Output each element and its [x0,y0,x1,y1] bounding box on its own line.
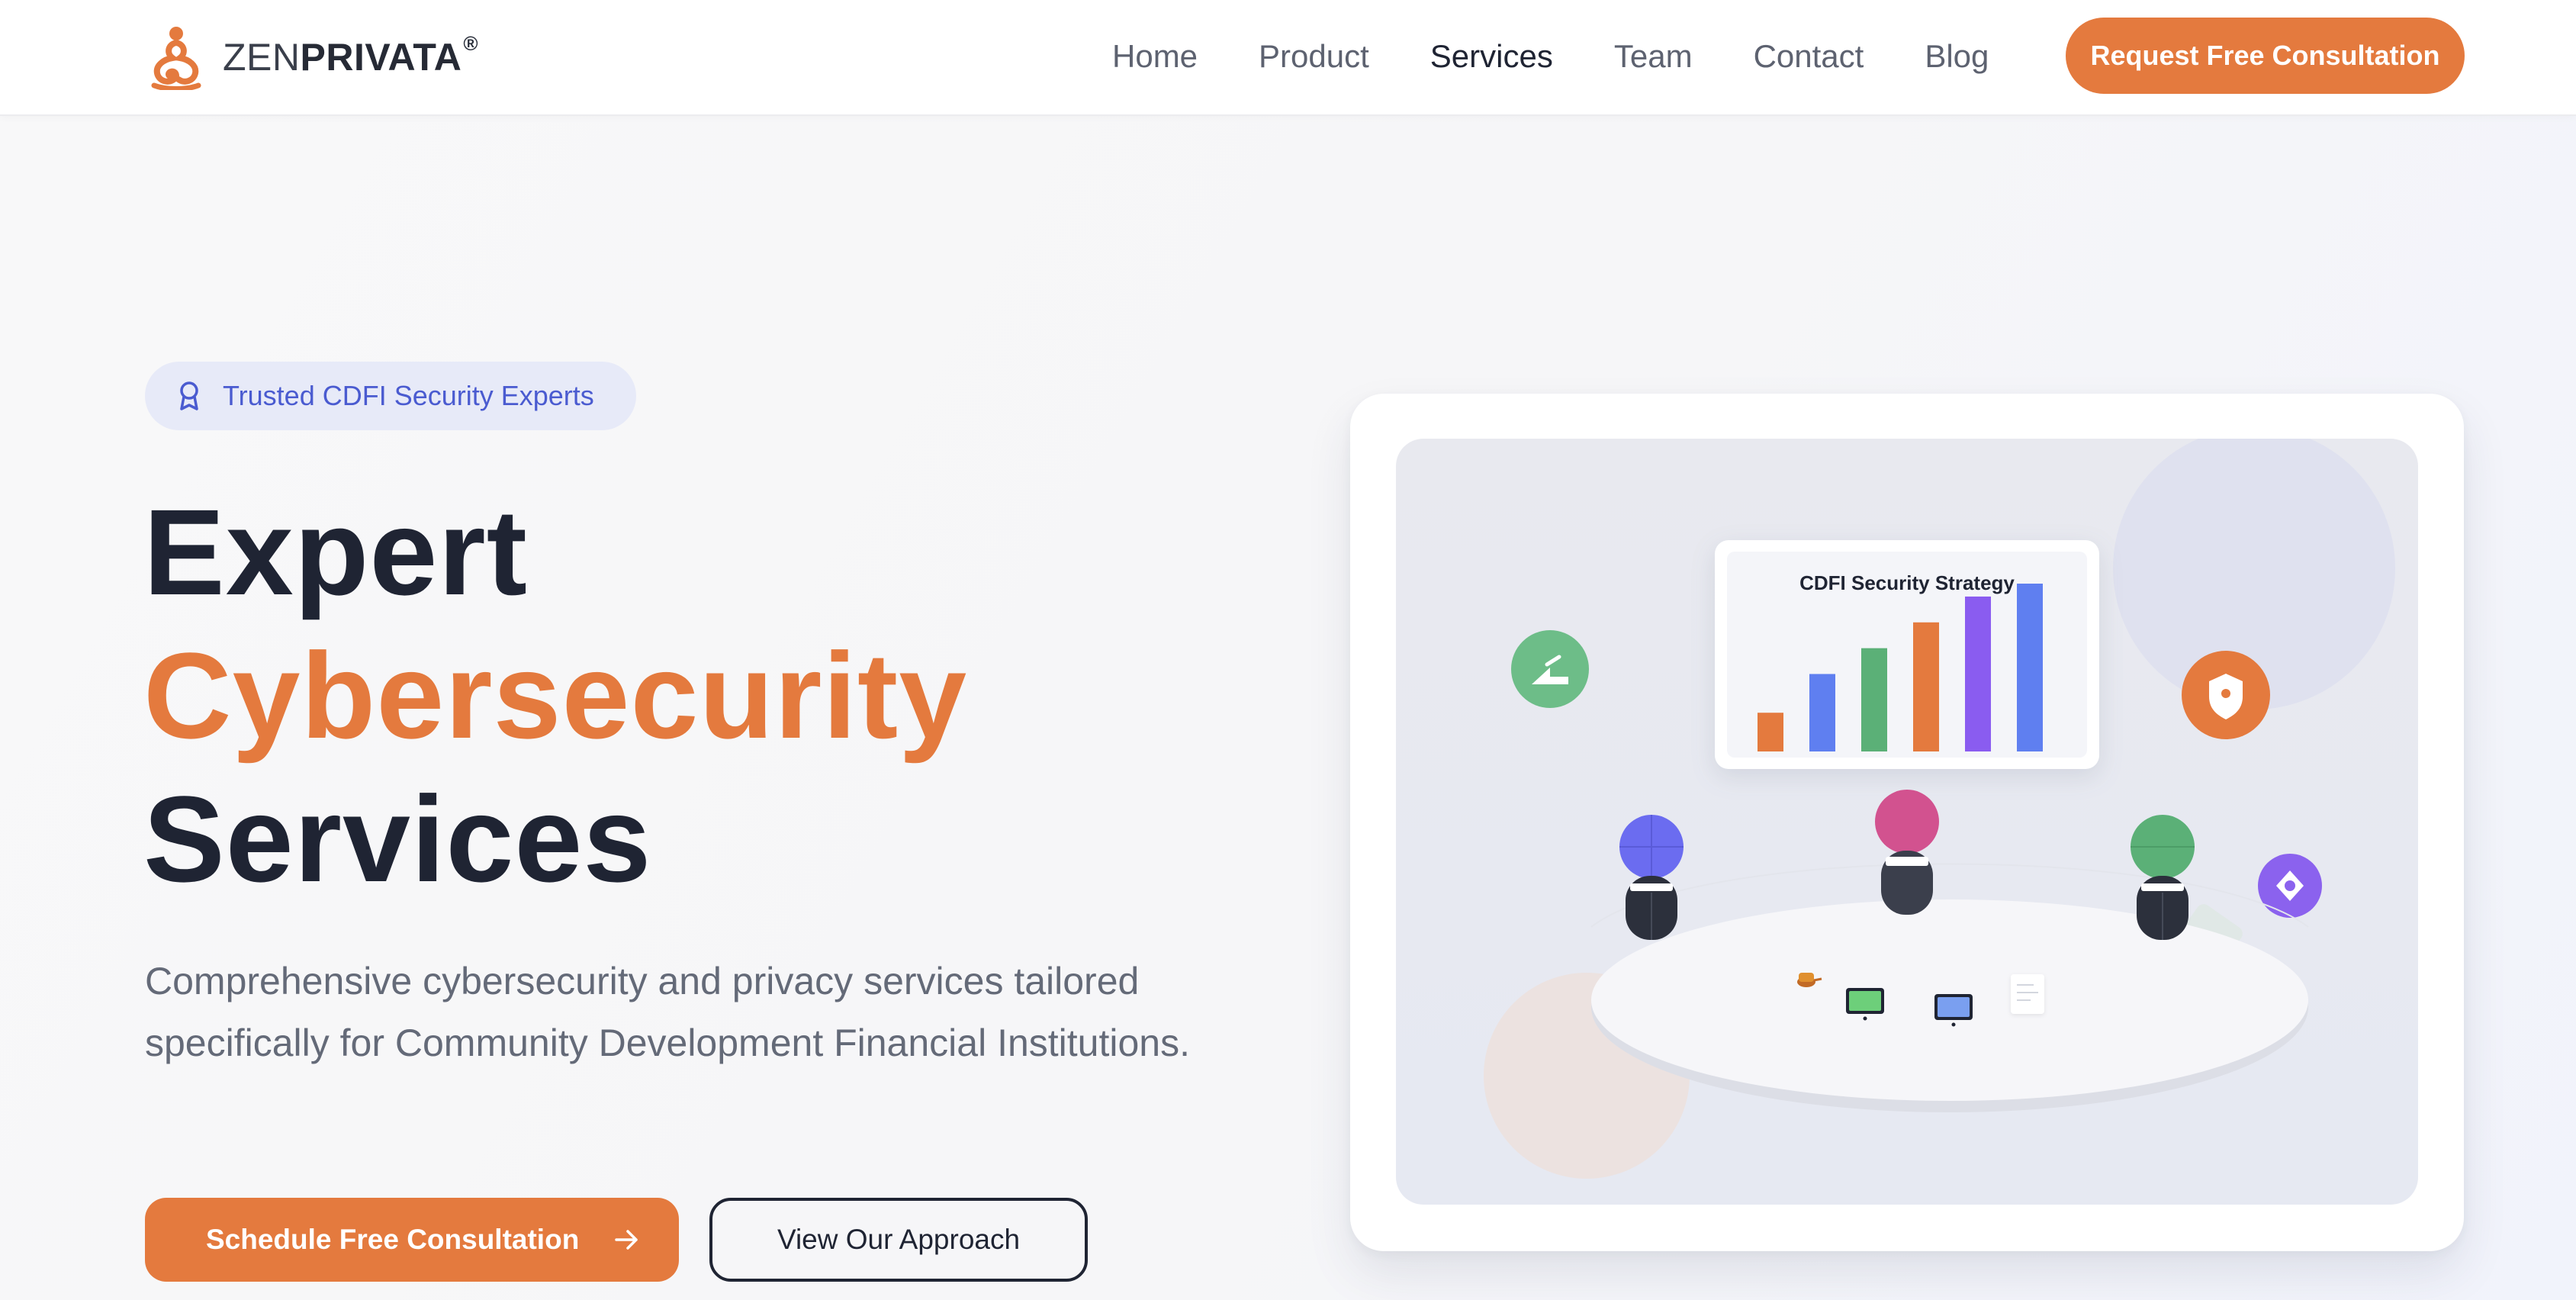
nav-item-product[interactable]: Product [1259,38,1369,75]
request-consultation-button[interactable]: Request Free Consultation [2066,18,2465,94]
view-approach-button[interactable]: View Our Approach [709,1198,1088,1282]
strategy-bar [1965,596,1991,751]
strategy-bar [1861,648,1887,751]
person-right [2131,815,2195,940]
nav-item-home[interactable]: Home [1112,38,1198,75]
strategy-bar [1913,622,1939,751]
meeting-scene-svg: CDFI Security Strategy [1484,439,2395,1179]
chart-up-icon [1511,630,1589,708]
trust-badge-label: Trusted CDFI Security Experts [223,380,594,411]
nav-item-team[interactable]: Team [1614,38,1693,75]
illustration-card: CDFI Security Strategy [1350,394,2464,1251]
schedule-consultation-label: Schedule Free Consultation [206,1224,580,1255]
main-nav: Home Product Services Team Contact Blog [1112,34,2050,79]
brand-name-bold: PRIVATA [300,36,462,79]
person-left [1619,815,1684,940]
meeting-illustration: CDFI Security Strategy [1396,439,2418,1205]
hero-subtitle: Comprehensive cybersecurity and privacy … [145,960,1190,1064]
schedule-consultation-button[interactable]: Schedule Free Consultation [145,1198,679,1282]
strategy-board: CDFI Security Strategy [1715,540,2099,769]
award-ribbon-icon [180,381,198,410]
person-center [1875,790,1939,915]
brand-logo[interactable]: ZENPRIVATA® [145,23,478,92]
nav-item-blog[interactable]: Blog [1925,38,1989,75]
strategy-bar [1758,713,1783,751]
strategy-bar [2017,584,2043,751]
top-navbar: ZENPRIVATA® Home Product Services Team C… [0,0,2576,116]
brand-name-light: ZEN [223,36,301,79]
registered-mark: ® [463,32,478,56]
trust-badge: Trusted CDFI Security Experts [145,362,636,430]
meditating-figure-logo-icon [151,27,201,90]
strategy-bar [1809,674,1835,751]
headline-line-1: Expert [143,484,528,620]
nav-item-contact[interactable]: Contact [1754,38,1864,75]
nav-item-services[interactable]: Services [1430,38,1553,75]
headline-line-2: Cybersecurity [143,627,968,764]
headline-line-3: Services [143,771,652,907]
brand-name: ZENPRIVATA® [223,32,478,79]
document-icon [2011,974,2044,1014]
strategy-board-title: CDFI Security Strategy [1799,571,2015,594]
hero-headline: Expert Cybersecurity Services [143,481,967,911]
arrow-right-icon [615,1230,638,1250]
shield-icon [2182,651,2270,739]
location-pin-icon [2258,854,2322,918]
